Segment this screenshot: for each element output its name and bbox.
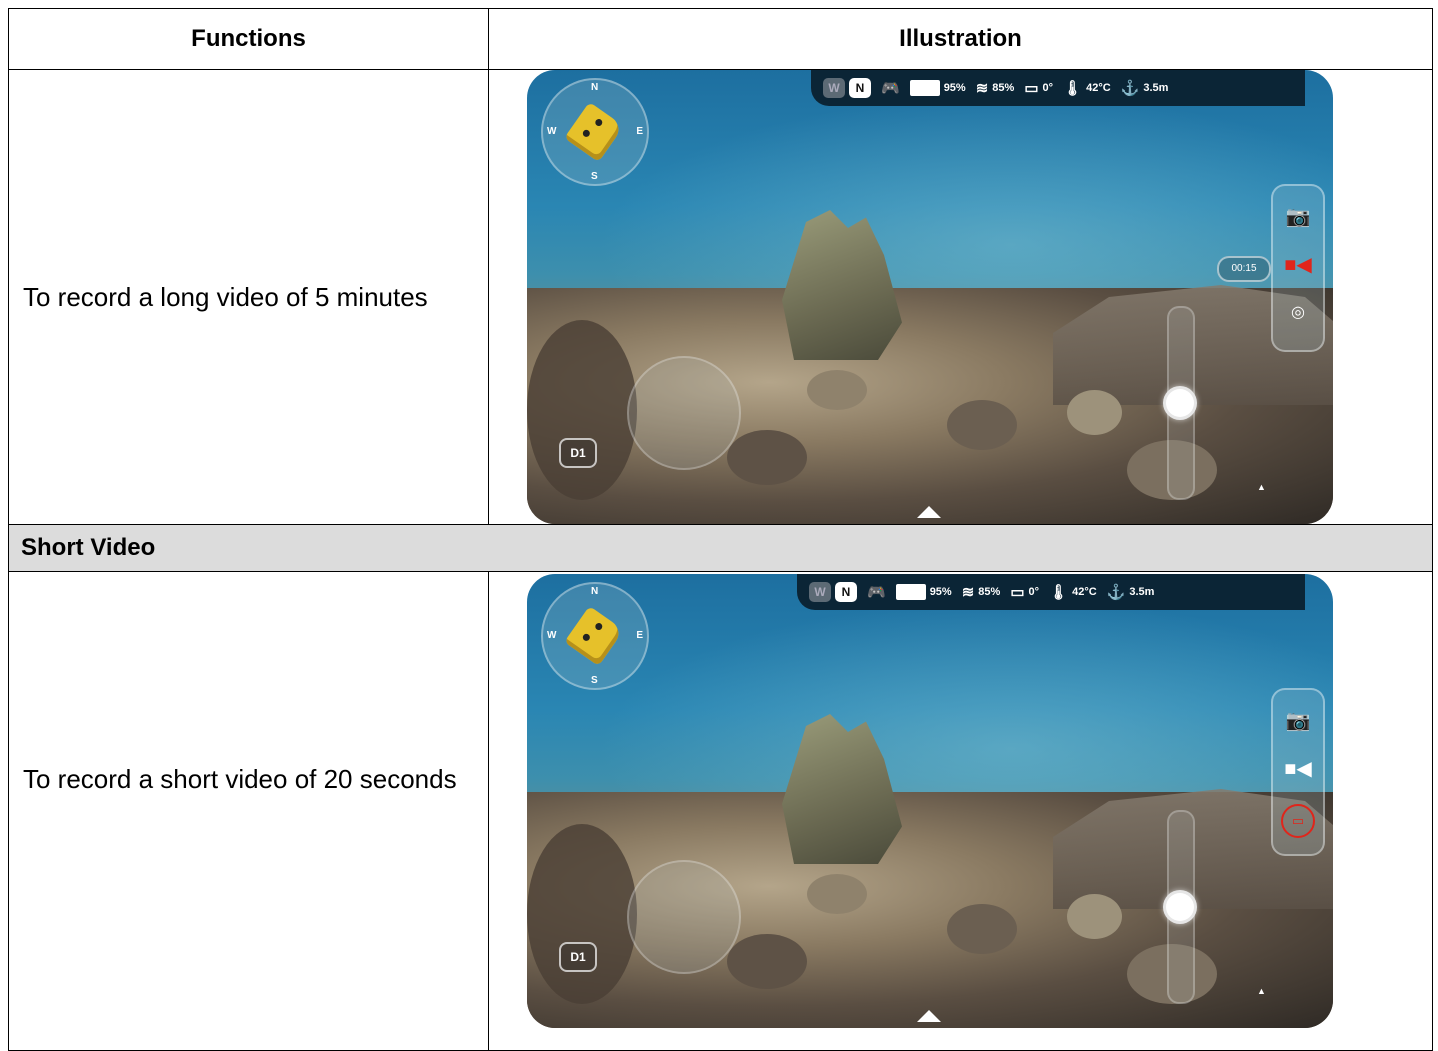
joystick[interactable] bbox=[627, 860, 741, 974]
compass-west: W bbox=[547, 630, 557, 641]
compass-south: S bbox=[591, 171, 598, 182]
capture-panel: 📷 ■◀ ◎ bbox=[1271, 184, 1325, 352]
section-header-row: Short Video bbox=[8, 524, 1433, 572]
joystick[interactable] bbox=[627, 356, 741, 470]
slider-knob[interactable] bbox=[1163, 386, 1197, 420]
battery-icon bbox=[895, 584, 926, 600]
depth-status: ⚓ 3.5m bbox=[1120, 80, 1169, 97]
gamepad-icon: 🎮 bbox=[867, 584, 886, 601]
illustration-cell: N W E S W N 🎮 95% ≋ 85% ▭ 0° 🌡 42°C ⚓ 3.… bbox=[488, 69, 1433, 525]
compass-east: E bbox=[636, 630, 643, 641]
drone-battery-status: 95% bbox=[909, 80, 966, 96]
drone-heading-icon bbox=[564, 605, 624, 667]
recording-timer: 00:15 bbox=[1217, 256, 1271, 282]
compass-west: W bbox=[547, 126, 557, 137]
expand-up-icon[interactable] bbox=[917, 1010, 941, 1022]
mode-n-button[interactable]: N bbox=[835, 582, 857, 602]
thermometer-icon: 🌡 bbox=[1063, 80, 1083, 97]
mode-toggle[interactable]: W N bbox=[809, 582, 857, 602]
tilt-status: ▭ 0° bbox=[1024, 80, 1054, 97]
header-functions: Functions bbox=[8, 8, 489, 70]
compass-east: E bbox=[636, 126, 643, 137]
temperature-status: 🌡 42°C bbox=[1063, 80, 1111, 97]
anchor-icon: ⚓ bbox=[1120, 80, 1140, 97]
depth-mode-button[interactable]: D1 bbox=[559, 942, 597, 972]
video-record-icon[interactable]: ■◀ bbox=[1273, 252, 1323, 277]
wifi-icon: ≋ bbox=[975, 80, 989, 97]
camera-view: N W E S W N 🎮 95% ≋ 85% ▭ 0° 🌡 42°C ⚓ 3.… bbox=[527, 70, 1333, 524]
signal-status: ≋ 85% bbox=[975, 80, 1015, 97]
functions-table: Functions Illustration To record a long … bbox=[8, 8, 1433, 1051]
video-record-icon[interactable]: ■◀ bbox=[1273, 756, 1323, 781]
header-illustration: Illustration bbox=[488, 8, 1433, 70]
thermometer-icon: 🌡 bbox=[1049, 584, 1069, 601]
mode-n-button[interactable]: N bbox=[849, 78, 871, 98]
slider-knob[interactable] bbox=[1163, 890, 1197, 924]
status-bar: W N 🎮 95% ≋ 85% ▭ 0° 🌡 42°C ⚓ 3.5m bbox=[811, 70, 1305, 106]
function-description: To record a long video of 5 minutes bbox=[8, 69, 489, 525]
temperature-status: 🌡 42°C bbox=[1049, 584, 1097, 601]
anchor-icon: ⚓ bbox=[1106, 584, 1126, 601]
compass-north: N bbox=[591, 586, 599, 597]
mode-w-button[interactable]: W bbox=[823, 78, 845, 98]
mode-w-button[interactable]: W bbox=[809, 582, 831, 602]
expand-up-icon[interactable] bbox=[917, 506, 941, 518]
compass: N W E S bbox=[541, 582, 649, 690]
function-description: To record a short video of 20 seconds bbox=[8, 571, 489, 1051]
capture-panel: 📷 ■◀ ▭ bbox=[1271, 688, 1325, 856]
section-title: Short Video bbox=[8, 524, 1433, 572]
compass-south: S bbox=[591, 675, 598, 686]
signal-status: ≋ 85% bbox=[961, 584, 1001, 601]
drone-heading-icon bbox=[564, 101, 624, 163]
mode-toggle[interactable]: W N bbox=[823, 78, 871, 98]
brand-logo-icon: ▲ bbox=[1257, 986, 1266, 996]
tilt-icon: ▭ bbox=[1024, 80, 1039, 97]
wifi-icon: ≋ bbox=[961, 584, 975, 601]
compass: N W E S bbox=[541, 78, 649, 186]
table-row: To record a short video of 20 seconds N … bbox=[8, 571, 1433, 1051]
compass-north: N bbox=[591, 82, 599, 93]
camera-icon[interactable]: 📷 bbox=[1273, 204, 1323, 229]
camera-icon[interactable]: 📷 bbox=[1273, 708, 1323, 733]
short-video-record-icon[interactable]: ▭ bbox=[1281, 804, 1315, 838]
depth-mode-button[interactable]: D1 bbox=[559, 438, 597, 468]
camera-view: N W E S W N 🎮 95% ≋ 85% ▭ 0° 🌡 42°C ⚓ 3.… bbox=[527, 574, 1333, 1028]
gamepad-icon: 🎮 bbox=[881, 80, 900, 97]
tilt-status: ▭ 0° bbox=[1010, 584, 1040, 601]
status-bar: W N 🎮 95% ≋ 85% ▭ 0° 🌡 42°C ⚓ 3.5m bbox=[797, 574, 1305, 610]
table-row: To record a long video of 5 minutes N W … bbox=[8, 69, 1433, 525]
battery-icon bbox=[909, 80, 940, 96]
table-header-row: Functions Illustration bbox=[8, 8, 1433, 70]
illustration-cell: N W E S W N 🎮 95% ≋ 85% ▭ 0° 🌡 42°C ⚓ 3.… bbox=[488, 571, 1433, 1051]
tilt-icon: ▭ bbox=[1010, 584, 1025, 601]
brand-logo-icon: ▲ bbox=[1257, 482, 1266, 492]
short-video-icon[interactable]: ◎ bbox=[1273, 302, 1323, 322]
depth-status: ⚓ 3.5m bbox=[1106, 584, 1155, 601]
drone-battery-status: 95% bbox=[895, 584, 952, 600]
